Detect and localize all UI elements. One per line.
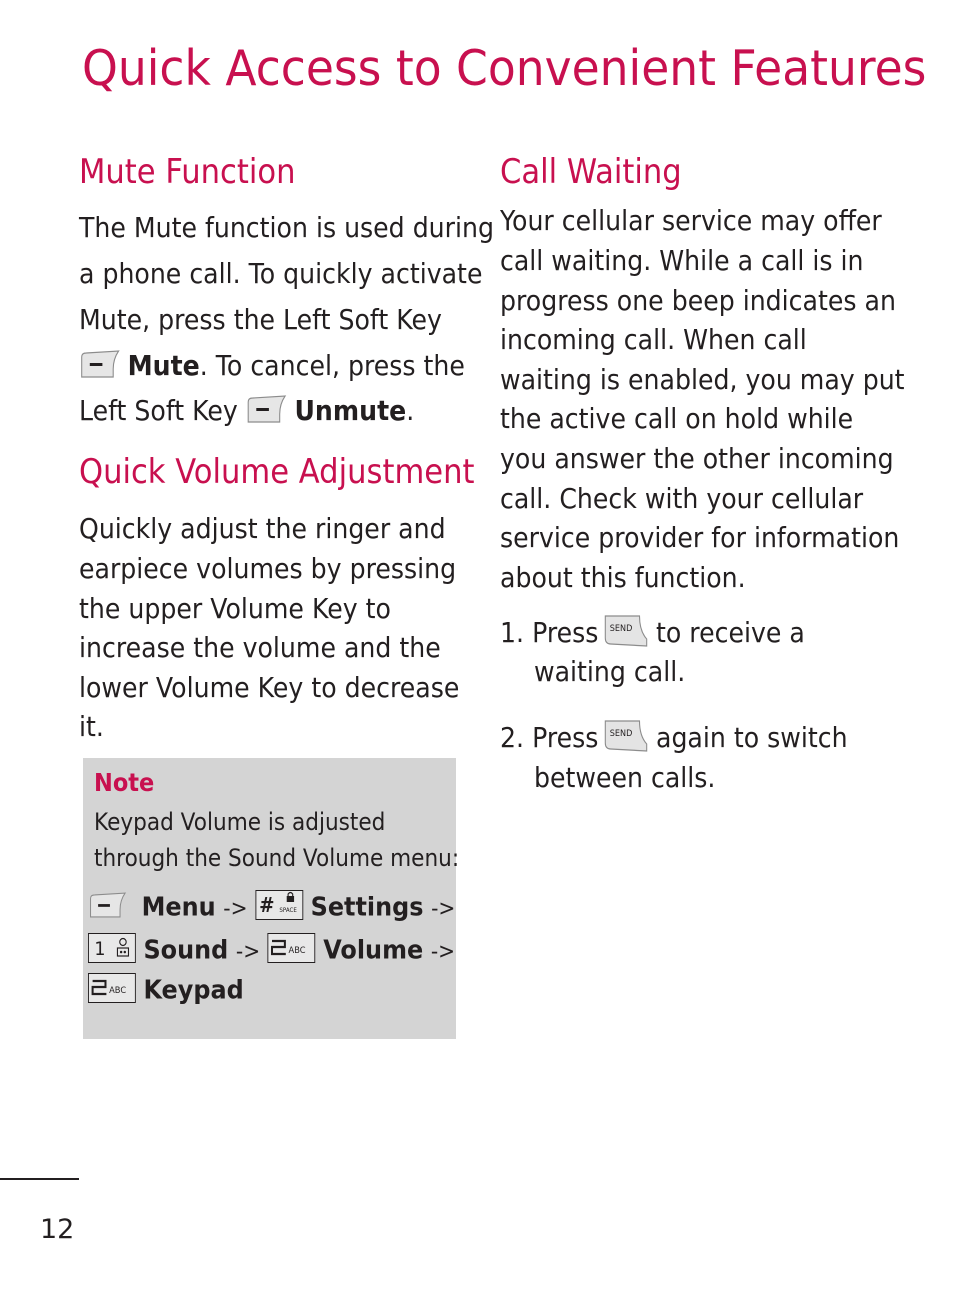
call-waiting-text-line: call. Check with your cellular (500, 482, 864, 515)
footer-rule (0, 1178, 79, 1180)
note-text-line: through the Sound Volume menu: (94, 844, 460, 872)
menu-path-line: ABC Keypad (88, 973, 244, 1006)
step-1-continuation: waiting call. (534, 655, 686, 688)
call-waiting-text-line: waiting is enabled, you may put (500, 363, 905, 396)
page-title: Quick Access to Convenient Features (82, 40, 927, 97)
left-soft-key-icon (79, 349, 122, 379)
arrow-text: -> (431, 896, 456, 922)
volume-text-line: it. (79, 710, 104, 743)
volume-text-line: earpiece volumes by pressing (79, 552, 457, 585)
call-waiting-text-line: Your cellular service may offer (500, 204, 882, 237)
note-box: Note Keypad Volume is adjusted through t… (83, 758, 460, 1039)
menu-path-line: Menu -> # SPACE Settings -> (88, 890, 456, 923)
step-1: 1. Press SEND to receive a (500, 615, 805, 651)
hash-space-key-icon: # SPACE (255, 890, 304, 920)
arrow-text: -> (223, 896, 248, 922)
step-text: to receive a (655, 616, 805, 649)
volume-text-line: Quickly adjust the ringer and (79, 512, 446, 545)
volume-text-line: increase the volume and the (79, 631, 441, 664)
call-waiting-heading: Call Waiting (500, 152, 682, 192)
call-waiting-text-line: incoming call. When call (500, 323, 807, 356)
svg-text:SPACE: SPACE (279, 908, 297, 914)
step-text: Press (532, 721, 599, 754)
svg-text:ABC: ABC (109, 986, 126, 996)
settings-label: Settings (310, 892, 424, 923)
step-2-continuation: between calls. (534, 761, 716, 794)
mute-text-line: The Mute function is used during (79, 211, 494, 244)
quick-volume-heading: Quick Volume Adjustment (79, 452, 475, 492)
left-soft-key-icon (246, 394, 289, 424)
step-number: 2. (500, 721, 525, 754)
send-key-icon: SEND (604, 613, 649, 647)
send-key-icon: SEND (604, 718, 649, 752)
step-2: 2. Press SEND again to switch (500, 720, 848, 756)
keypad-label: Keypad (143, 975, 244, 1006)
volume-label: Volume (323, 935, 424, 966)
menu-path-line: 1 Sound -> ABC Volume -> (88, 933, 456, 966)
mute-text-line: a phone call. To quickly activate (79, 257, 483, 290)
call-waiting-text-line: call waiting. While a call is in (500, 244, 864, 277)
two-abc-key-icon: ABC (267, 933, 316, 963)
call-waiting-text-line: about this function. (500, 561, 746, 594)
mute-text-fragment: . (406, 394, 415, 427)
note-title: Note (94, 768, 155, 797)
mute-text-line: Mute, press the Left Soft Key (79, 303, 442, 336)
note-text-line: Keypad Volume is adjusted (94, 808, 386, 836)
svg-text:SEND: SEND (610, 729, 633, 740)
page-number: 12 (40, 1214, 75, 1245)
step-text: Press (532, 616, 599, 649)
volume-text-line: lower Volume Key to decrease (79, 671, 460, 704)
volume-text-line: the upper Volume Key to (79, 592, 391, 625)
call-waiting-text-line: you answer the other incoming (500, 442, 894, 475)
call-waiting-text-line: progress one beep indicates an (500, 284, 896, 317)
mute-text-fragment: . To cancel, press the (199, 349, 465, 382)
sound-label: Sound (143, 935, 229, 966)
svg-text:ABC: ABC (289, 946, 306, 956)
mute-text-line: Mute. To cancel, press the (79, 349, 465, 382)
unmute-label: Unmute (294, 394, 407, 427)
two-abc-key-icon: ABC (88, 973, 136, 1003)
call-waiting-text-line: service provider for information (500, 521, 900, 554)
arrow-text: -> (430, 939, 456, 965)
mute-text-line: Left Soft Key Unmute. (79, 394, 415, 427)
one-voicemail-key-icon: 1 (88, 933, 136, 963)
mute-text-fragment: Left Soft Key (79, 394, 238, 427)
call-waiting-text-line: the active call on hold while (500, 402, 854, 435)
arrow-text: -> (235, 939, 261, 965)
svg-text:1: 1 (94, 938, 105, 960)
step-text: again to switch (655, 721, 848, 754)
menu-label: Menu (141, 892, 216, 923)
mute-function-heading: Mute Function (79, 152, 296, 192)
mute-label: Mute (127, 349, 200, 382)
step-number: 1. (500, 616, 525, 649)
svg-text:SEND: SEND (610, 624, 633, 635)
svg-text:#: # (259, 893, 274, 917)
left-soft-key-icon (88, 890, 128, 920)
